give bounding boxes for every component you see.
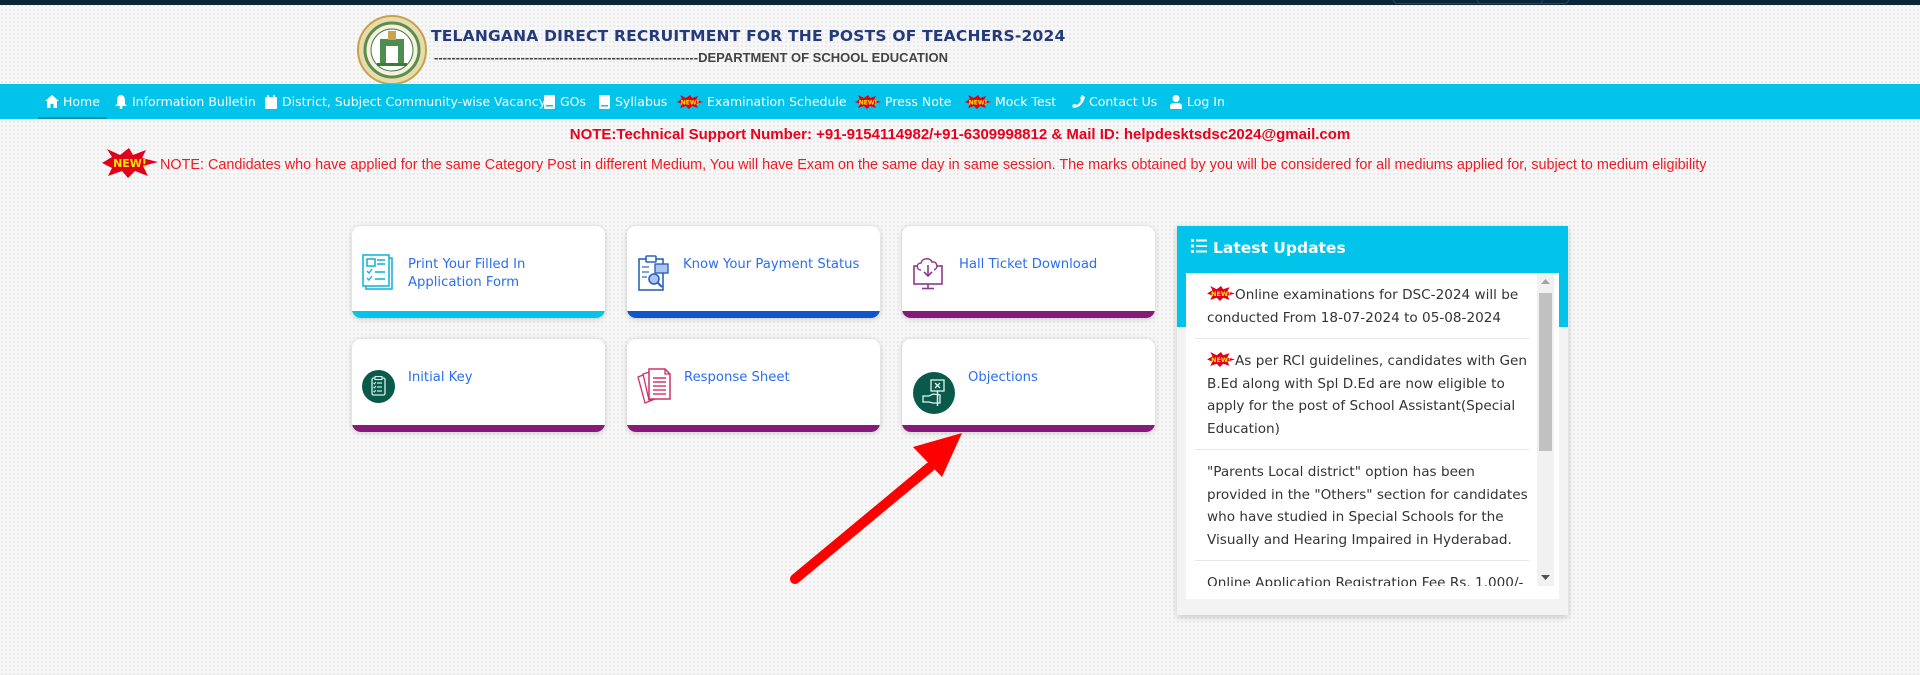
card-initial-key[interactable]: Initial Key <box>352 339 605 432</box>
new-badge-icon: NEW! <box>102 148 158 182</box>
new-badge-icon: NEW! <box>1207 286 1235 301</box>
home-icon <box>45 95 59 109</box>
nav-label: GOs <box>560 94 587 109</box>
latest-updates-title-text: Latest Updates <box>1213 239 1346 257</box>
nav-contact-us[interactable]: Contact Us <box>1071 84 1157 119</box>
card-accent-bar <box>352 425 605 432</box>
nav-label: Log In <box>1187 94 1225 109</box>
card-accent-bar <box>902 425 1155 432</box>
clipboard-check-icon <box>362 370 395 407</box>
card-objections[interactable]: Objections <box>902 339 1155 432</box>
documents-icon <box>635 365 673 409</box>
book-icon <box>597 94 611 109</box>
update-item[interactable]: Online Application Registration Fee Rs. … <box>1195 561 1529 586</box>
list-icon <box>1191 239 1207 257</box>
scroll-thumb[interactable] <box>1539 293 1552 451</box>
card-payment-status[interactable]: Know Your Payment Status <box>627 226 880 318</box>
site-header: TELANGANA DIRECT RECRUITMENT FOR THE POS… <box>0 5 1920 87</box>
scroll-up-arrow-icon[interactable] <box>1537 273 1554 290</box>
top-strip-tab <box>1477 0 1569 4</box>
update-item[interactable]: NEW! Online examinations for DSC-2024 wi… <box>1195 273 1529 339</box>
new-badge-icon: NEW! <box>965 94 991 109</box>
nav-label: Syllabus <box>615 94 668 109</box>
latest-updates-title: Latest Updates <box>1191 239 1346 257</box>
update-text: Online examinations for DSC-2024 will be… <box>1207 287 1519 326</box>
card-label-line: Know Your Payment Status <box>683 257 860 272</box>
card-label-line: Response Sheet <box>684 370 790 385</box>
card-accent-bar <box>627 311 880 318</box>
nav-label: Information Bulletin <box>132 94 256 109</box>
card-accent-bar <box>352 311 605 318</box>
svg-text:NEW!: NEW! <box>969 99 987 106</box>
nav-log-in[interactable]: Log In <box>1169 84 1225 119</box>
medium-note-text: NOTE: Candidates who have applied for th… <box>160 157 1707 173</box>
application-form-icon <box>362 254 394 294</box>
nav-label: Home <box>63 94 100 109</box>
update-text: "Parents Local district" option has been… <box>1207 464 1528 548</box>
card-label: Print Your Filled In Application Form <box>408 256 525 292</box>
nav-mock-test[interactable]: NEW! Mock Test <box>965 84 1056 119</box>
latest-updates-body: NEW! Online examinations for DSC-2024 wi… <box>1186 273 1559 599</box>
medium-note: NEW! NOTE: Candidates who have applied f… <box>102 148 1706 182</box>
nav-syllabus[interactable]: Syllabus <box>597 84 667 119</box>
nav-gos[interactable]: GOs <box>542 84 586 119</box>
card-accent-bar <box>902 311 1155 318</box>
card-label-line: Initial Key <box>408 370 473 385</box>
card-label-line: Print Your Filled In <box>408 257 526 272</box>
latest-updates-list: NEW! Online examinations for DSC-2024 wi… <box>1195 273 1529 586</box>
phone-icon <box>1071 95 1085 109</box>
nav-label: Press Note <box>885 94 952 109</box>
card-accent-bar <box>627 425 880 432</box>
nav-label: Mock Test <box>995 94 1057 109</box>
card-label-line: Application Form <box>408 275 520 290</box>
calendar-icon <box>264 94 278 109</box>
technical-support-note: NOTE:Technical Support Number: +91-91541… <box>569 126 1351 143</box>
svg-text:NEW!: NEW! <box>1211 290 1231 298</box>
payment-clipboard-icon <box>637 254 671 296</box>
card-response-sheet[interactable]: Response Sheet <box>627 339 880 432</box>
site-title: TELANGANA DIRECT RECRUITMENT FOR THE POS… <box>431 27 1066 45</box>
svg-text:NEW!: NEW! <box>113 157 147 170</box>
new-badge-icon: NEW! <box>1207 352 1235 367</box>
card-hall-ticket[interactable]: Hall Ticket Download <box>902 226 1155 318</box>
site-subtitle: ----------------------------------------… <box>434 50 948 65</box>
card-label: Response Sheet <box>684 369 790 387</box>
nav-information-bulletin[interactable]: Information Bulletin <box>114 84 256 119</box>
latest-updates-panel: Latest Updates NEW! Online examinations … <box>1177 226 1568 615</box>
card-label: Hall Ticket Download <box>959 256 1097 274</box>
annotation-arrow-icon <box>790 433 962 584</box>
scroll-down-arrow-icon[interactable] <box>1537 569 1554 586</box>
card-print-application[interactable]: Print Your Filled In Application Form <box>352 226 605 318</box>
svg-text:NEW!: NEW! <box>681 99 699 106</box>
user-icon <box>1169 94 1183 109</box>
card-label: Objections <box>968 369 1038 387</box>
card-label-line: Hall Ticket Download <box>959 257 1098 272</box>
update-item[interactable]: NEW! As per RCI guidelines, candidates w… <box>1195 339 1529 450</box>
bell-icon <box>114 94 128 109</box>
nav-label: District, Subject Community-wise Vacancy <box>282 94 547 109</box>
card-label: Know Your Payment Status <box>683 256 859 274</box>
book-icon <box>542 94 556 109</box>
nav-press-note[interactable]: NEW! Press Note <box>855 84 951 119</box>
nav-examination-schedule[interactable]: NEW! Examination Schedule <box>677 84 847 119</box>
card-label-line: Objections <box>968 370 1038 385</box>
card-label: Initial Key <box>408 369 473 387</box>
svg-text:NEW!: NEW! <box>859 99 877 106</box>
nav-home[interactable]: Home <box>38 84 107 119</box>
main-navbar: Home Information Bulletin District, Subj… <box>0 84 1920 119</box>
update-item[interactable]: "Parents Local district" option has been… <box>1195 450 1529 561</box>
new-badge-icon: NEW! <box>677 94 703 109</box>
nav-vacancy[interactable]: District, Subject Community-wise Vacancy <box>264 84 546 119</box>
update-text: As per RCI guidelines, candidates with G… <box>1207 353 1528 437</box>
updates-scrollbar[interactable] <box>1537 273 1554 586</box>
nav-label: Examination Schedule <box>707 94 847 109</box>
svg-text:NEW!: NEW! <box>1211 356 1231 364</box>
download-monitor-icon <box>912 254 946 294</box>
update-text: Online Application Registration Fee Rs. … <box>1207 575 1524 586</box>
objection-sign-icon <box>913 372 955 418</box>
telangana-emblem-icon <box>357 13 427 87</box>
new-badge-icon: NEW! <box>855 94 881 109</box>
nav-label: Contact Us <box>1089 94 1158 109</box>
